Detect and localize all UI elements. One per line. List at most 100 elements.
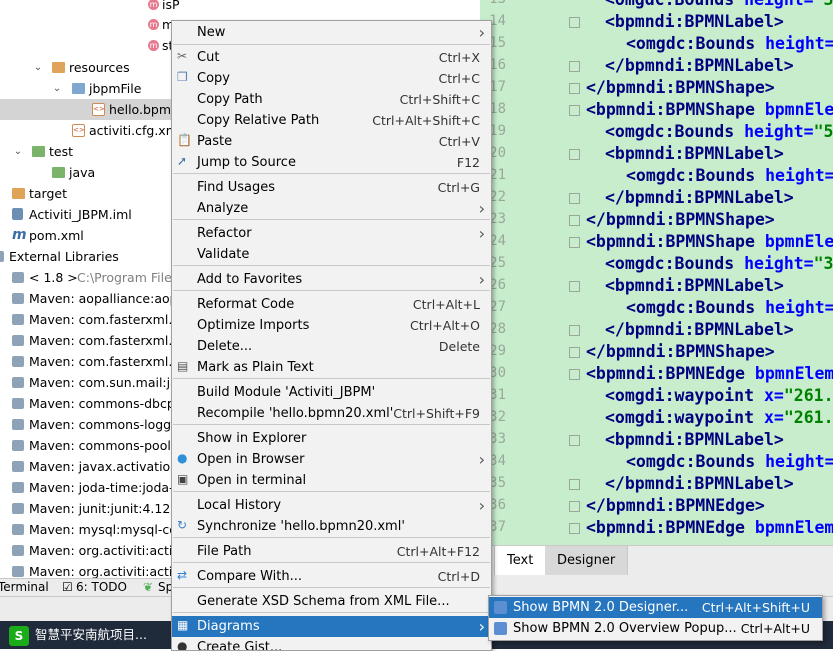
menu-item-generate-xsd-schema-from-xml-file[interactable]: Generate XSD Schema from XML File...: [172, 591, 491, 612]
menu-item-new[interactable]: New ›: [172, 22, 491, 43]
fold-marker-icon[interactable]: [569, 347, 580, 358]
code-token: bpmnElem: [754, 364, 833, 383]
tree-item[interactable]: Maven: commons-loggin: [0, 414, 180, 435]
menu-item-build-module-activiti-jbpm[interactable]: Build Module 'Activiti_JBPM': [172, 382, 491, 403]
tree-item[interactable]: Maven: com.fasterxml.jac: [0, 330, 180, 351]
tree-item[interactable]: target: [0, 183, 180, 204]
menu-item-analyze[interactable]: Analyze ›: [172, 198, 491, 219]
tree-item[interactable]: ⌄ resources: [0, 57, 180, 78]
tree-item[interactable]: Maven: commons-pool:c: [0, 435, 180, 456]
tree-item[interactable]: ⌄ jbpmFile: [0, 78, 180, 99]
menu-separator: [173, 265, 490, 266]
menu-item-show-bpmn-overview[interactable]: Show BPMN 2.0 Overview Popup... Ctrl+Alt…: [489, 618, 822, 639]
tree-item[interactable]: < 1.8 > C:\Program Files: [0, 267, 180, 288]
menu-item-show-bpmn-designer[interactable]: Show BPMN 2.0 Designer... Ctrl+Alt+Shift…: [489, 597, 822, 618]
tree-item[interactable]: Maven: junit:junit:4.12: [0, 498, 180, 519]
menu-item-recompile-hello-bpmn20-xml[interactable]: Recompile 'hello.bpmn20.xml' Ctrl+Shift+F…: [172, 403, 491, 424]
tool-window-terminal[interactable]: Terminal: [0, 580, 49, 594]
tree-item[interactable]: <> hello.bpmn: [0, 99, 180, 120]
chevron-down-icon[interactable]: ⌄: [33, 57, 43, 78]
tree-item[interactable]: Activiti_JBPM.iml: [0, 204, 180, 225]
tool-window-todo[interactable]: 6: TODO: [76, 580, 127, 594]
fold-marker-icon[interactable]: [569, 149, 580, 160]
tree-item[interactable]: Maven: aopalliance:aopa: [0, 288, 180, 309]
menu-item-synchronize-hello-bpmn20-xml[interactable]: ↻ Synchronize 'hello.bpmn20.xml': [172, 516, 491, 537]
menu-item-copy-path[interactable]: Copy Path Ctrl+Shift+C: [172, 89, 491, 110]
menu-item-file-path[interactable]: File Path Ctrl+Alt+F12: [172, 541, 491, 562]
fold-marker-icon[interactable]: [569, 501, 580, 512]
menu-item-label: Local History: [197, 498, 282, 513]
menu-item-shortcut: F12: [456, 155, 480, 170]
tree-item[interactable]: Maven: commons-dbcp:: [0, 393, 180, 414]
tree-item[interactable]: <> activiti.cfg.xml: [0, 120, 180, 141]
taskbar-app-project[interactable]: 智慧平安南航项目...: [35, 621, 147, 649]
chevron-right-icon: ›: [478, 496, 485, 515]
tree-item[interactable]: mmai: [0, 14, 180, 35]
tree-item[interactable]: External Libraries: [0, 246, 180, 267]
code-token: bpmnEle: [764, 100, 833, 119]
fold-marker-icon[interactable]: [569, 435, 580, 446]
fold-marker-icon[interactable]: [569, 479, 580, 490]
sync-icon: ↻: [177, 518, 188, 532]
tree-item[interactable]: Maven: javax.activation:a: [0, 456, 180, 477]
tree-item[interactable]: java: [0, 162, 180, 183]
menu-item-show-in-explorer[interactable]: Show in Explorer: [172, 428, 491, 449]
code-token: <omgdc:Bounds: [626, 452, 766, 471]
tree-item[interactable]: ⌄ test: [0, 141, 180, 162]
code-token: height=: [765, 166, 833, 185]
tree-item[interactable]: Maven: joda-time:joda-ti: [0, 477, 180, 498]
code-token: height=: [744, 0, 814, 9]
menu-item-copy[interactable]: ❐ Copy Ctrl+C: [172, 68, 491, 89]
tab-text[interactable]: Text: [494, 546, 547, 575]
tree-item[interactable]: Maven: mysql:mysql-conn: [0, 519, 180, 540]
menu-item-compare-with[interactable]: ⇄ Compare With... Ctrl+D: [172, 566, 491, 587]
chevron-down-icon[interactable]: ⌄: [13, 141, 23, 162]
fold-marker-icon[interactable]: [569, 523, 580, 534]
fold-marker-icon[interactable]: [569, 281, 580, 292]
code-editor[interactable]: 1314151617181920212223242526272829303132…: [480, 0, 833, 545]
fold-marker-icon[interactable]: [569, 83, 580, 94]
fold-marker-icon[interactable]: [569, 325, 580, 336]
chevron-right-icon: ›: [478, 617, 485, 636]
tree-item[interactable]: Maven: org.activiti:activit: [0, 561, 180, 578]
code-line: <omgdc:Bounds height=: [626, 297, 833, 319]
tree-item[interactable]: Maven: com.sun.mail:java: [0, 372, 180, 393]
fold-marker-icon[interactable]: [569, 237, 580, 248]
menu-item-open-in-browser[interactable]: ● Open in Browser ›: [172, 449, 491, 470]
tree-item[interactable]: mstar: [0, 35, 180, 56]
menu-item-mark-as-plain-text[interactable]: ▤ Mark as Plain Text: [172, 357, 491, 378]
menu-item-delete[interactable]: Delete... Delete: [172, 336, 491, 357]
spring-icon: ❦: [143, 580, 154, 594]
fold-marker-icon[interactable]: [569, 17, 580, 28]
fold-marker-icon[interactable]: [569, 105, 580, 116]
menu-item-paste[interactable]: 📋 Paste Ctrl+V: [172, 131, 491, 152]
tree-item[interactable]: m pom.xml: [0, 225, 180, 246]
menu-item-open-in-terminal[interactable]: ▣ Open in terminal: [172, 470, 491, 491]
code-token: height=: [744, 122, 814, 141]
fold-marker-icon[interactable]: [569, 215, 580, 226]
fold-marker-icon[interactable]: [569, 61, 580, 72]
menu-item-optimize-imports[interactable]: Optimize Imports Ctrl+Alt+O: [172, 315, 491, 336]
tree-item[interactable]: Maven: org.activiti:activit: [0, 540, 180, 561]
menu-item-add-to-favorites[interactable]: Add to Favorites ›: [172, 269, 491, 290]
fold-marker-icon[interactable]: [569, 193, 580, 204]
fold-marker-icon[interactable]: [569, 369, 580, 380]
menu-item-diagrams[interactable]: ▦ Diagrams ›: [172, 616, 491, 637]
menu-item-local-history[interactable]: Local History ›: [172, 495, 491, 516]
tree-item[interactable]: misProcessEnd(String):void: [0, 0, 180, 15]
menu-item-copy-relative-path[interactable]: Copy Relative Path Ctrl+Alt+Shift+C: [172, 110, 491, 131]
tree-item-label: java: [69, 165, 96, 180]
menu-item-validate[interactable]: Validate: [172, 244, 491, 265]
menu-separator: [173, 378, 490, 379]
menu-item-refactor[interactable]: Refactor ›: [172, 223, 491, 244]
chevron-down-icon[interactable]: ⌄: [52, 78, 62, 99]
tree-item[interactable]: Maven: com.fasterxml.jac: [0, 309, 180, 330]
menu-item-reformat-code[interactable]: Reformat Code Ctrl+Alt+L: [172, 294, 491, 315]
menu-item-jump-to-source[interactable]: ➚ Jump to Source F12: [172, 152, 491, 173]
menu-item-cut[interactable]: ✂ Cut Ctrl+X: [172, 47, 491, 68]
menu-item-find-usages[interactable]: Find Usages Ctrl+G: [172, 177, 491, 198]
tab-designer[interactable]: Designer: [545, 546, 629, 575]
tree-item[interactable]: Maven: com.fasterxml.jac: [0, 351, 180, 372]
code-line: </bpmndi:BPMNLabel>: [605, 55, 794, 77]
code-token: "3: [814, 0, 833, 9]
